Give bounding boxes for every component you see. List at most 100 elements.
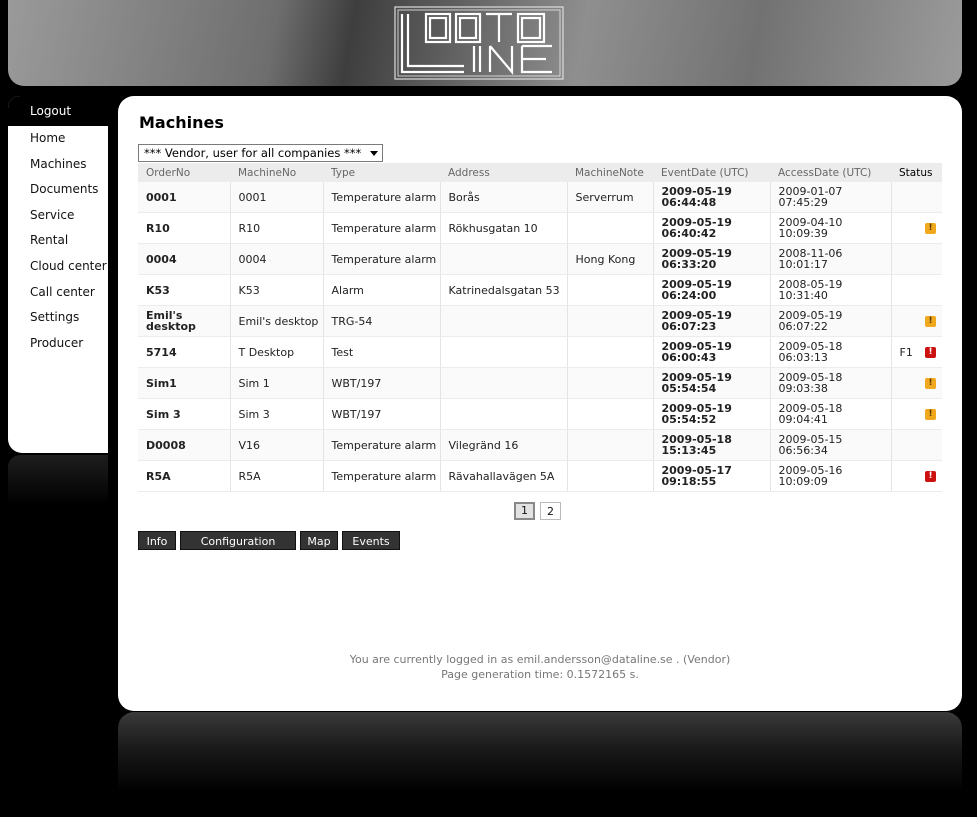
table-row[interactable]: K53 K53 Alarm Katrinedalsgatan 53 2009-05-19…: [138, 274, 942, 306]
cell-orderno[interactable]: K53: [138, 274, 231, 306]
cell-status: F1!: [891, 336, 942, 368]
cell-orderno[interactable]: 5714: [138, 336, 231, 368]
cell-status: !: [891, 212, 942, 244]
nav-settings[interactable]: Settings: [8, 305, 108, 331]
cell-orderno[interactable]: Sim 3: [138, 398, 231, 430]
cell-machineno: R10: [230, 212, 324, 244]
col-accessdate[interactable]: AccessDate (UTC): [770, 163, 891, 182]
cell-machineno: T Desktop: [230, 336, 324, 368]
nav-machines[interactable]: Machines: [8, 152, 108, 178]
vendor-select-value: *** Vendor, user for all companies ***: [144, 146, 362, 160]
nav-documents[interactable]: Documents: [8, 177, 108, 203]
cell-orderno[interactable]: 0001: [138, 182, 231, 213]
cell-machinenote: [567, 429, 654, 461]
page-title: Machines: [139, 113, 224, 132]
machines-table: OrderNo MachineNo Type Address MachineNo…: [138, 163, 942, 492]
cell-accessdate: 2008-11-06 10:01:17: [770, 243, 892, 275]
cell-orderno[interactable]: D0008: [138, 429, 231, 461]
cell-machineno: 0001: [230, 182, 324, 213]
pagination: 1 2: [514, 502, 561, 520]
cell-machinenote: [567, 460, 654, 492]
warning-icon[interactable]: !: [925, 409, 936, 420]
col-type[interactable]: Type: [323, 163, 440, 182]
vendor-select[interactable]: *** Vendor, user for all companies ***: [138, 144, 383, 162]
cell-address: [440, 367, 568, 399]
warning-icon[interactable]: !: [925, 378, 936, 389]
cell-accessdate: 2008-05-19 10:31:40: [770, 274, 892, 306]
warning-icon[interactable]: !: [925, 223, 936, 234]
status-text: F1: [899, 346, 913, 359]
events-button[interactable]: Events: [342, 531, 400, 550]
cell-accessdate: 2009-05-15 06:56:34: [770, 429, 892, 461]
cell-status: [891, 182, 942, 213]
cell-orderno[interactable]: Sim1: [138, 367, 231, 399]
cell-status: [891, 274, 942, 306]
cell-eventdate: 2009-05-19 05:54:52: [653, 398, 771, 430]
cell-machineno: V16: [230, 429, 324, 461]
page-1-button[interactable]: 1: [514, 502, 535, 520]
table-row[interactable]: D0008 V16 Temperature alarm Vilegränd 16 200…: [138, 429, 942, 461]
cell-orderno[interactable]: R10: [138, 212, 231, 244]
nav-call-center[interactable]: Call center: [8, 280, 108, 306]
cell-machineno: 0004: [230, 243, 324, 275]
cell-address: Katrinedalsgatan 53: [440, 274, 568, 306]
nav-cloud-center[interactable]: Cloud center: [8, 254, 108, 280]
warning-icon[interactable]: !: [925, 316, 936, 327]
cell-accessdate: 2009-05-19 06:07:22: [770, 305, 892, 337]
col-orderno[interactable]: OrderNo: [138, 163, 230, 182]
dataline-logo[interactable]: [394, 6, 564, 80]
table-row[interactable]: Sim1 Sim 1 WBT/197 2009-05-19 05:54:54 2009-…: [138, 367, 942, 399]
footer: You are currently logged in as emil.ande…: [118, 652, 962, 682]
nav-home[interactable]: Home: [8, 126, 108, 152]
cell-orderno[interactable]: R5A: [138, 460, 231, 492]
col-status[interactable]: Status: [891, 163, 942, 182]
cell-type: Alarm: [323, 274, 441, 306]
table-row[interactable]: Sim 3 Sim 3 WBT/197 2009-05-19 05:54:52 2009…: [138, 398, 942, 430]
col-machinenote[interactable]: MachineNote: [567, 163, 653, 182]
col-eventdate[interactable]: EventDate (UTC): [653, 163, 770, 182]
cell-accessdate: 2009-01-07 07:45:29: [770, 182, 892, 213]
map-button[interactable]: Map: [300, 531, 338, 550]
table-row[interactable]: Emil's desktop Emil's desktop TRG-54 2009-0…: [138, 305, 942, 337]
nav-rental[interactable]: Rental: [8, 228, 108, 254]
cell-machinenote: [567, 336, 654, 368]
table-row[interactable]: 5714 T Desktop Test 2009-05-19 06:00:43 2009…: [138, 336, 942, 368]
cell-machinenote: [567, 212, 654, 244]
cell-accessdate: 2009-04-10 10:09:39: [770, 212, 892, 244]
cell-address: Rävahallavägen 5A: [440, 460, 568, 492]
cell-type: WBT/197: [323, 367, 441, 399]
configuration-button[interactable]: Configuration: [180, 531, 296, 550]
cell-address: [440, 243, 568, 275]
table-row[interactable]: R5A R5A Temperature alarm Rävahallavägen 5A…: [138, 460, 942, 492]
error-icon[interactable]: !: [925, 471, 936, 482]
cell-accessdate: 2009-05-18 09:04:41: [770, 398, 892, 430]
page-2-button[interactable]: 2: [540, 502, 561, 520]
cell-eventdate: 2009-05-19 06:07:23: [653, 305, 771, 337]
table-row[interactable]: 0001 0001 Temperature alarm Borås Serverrum 2…: [138, 182, 942, 213]
cell-type: Temperature alarm: [323, 243, 441, 275]
cell-eventdate: 2009-05-19 06:44:48: [653, 182, 771, 213]
cell-address: Borås: [440, 182, 568, 213]
nav-service[interactable]: Service: [8, 203, 108, 229]
info-button[interactable]: Info: [138, 531, 176, 550]
cell-address: [440, 305, 568, 337]
table-row[interactable]: R10 R10 Temperature alarm Rökhusgatan 10 200…: [138, 212, 942, 244]
main-content: Machines *** Vendor, user for all compan…: [118, 96, 962, 711]
error-icon[interactable]: !: [925, 347, 936, 358]
cell-accessdate: 2009-05-18 09:03:38: [770, 367, 892, 399]
col-address[interactable]: Address: [440, 163, 567, 182]
cell-eventdate: 2009-05-19 06:00:43: [653, 336, 771, 368]
nav-producer[interactable]: Producer: [8, 331, 108, 357]
cell-orderno[interactable]: 0004: [138, 243, 231, 275]
cell-eventdate: 2009-05-19 06:24:00: [653, 274, 771, 306]
cell-eventdate: 2009-05-18 15:13:45: [653, 429, 771, 461]
col-machineno[interactable]: MachineNo: [230, 163, 323, 182]
cell-eventdate: 2009-05-19 06:40:42: [653, 212, 771, 244]
nav-logout[interactable]: Logout: [8, 96, 108, 126]
cell-machineno: Sim 3: [230, 398, 324, 430]
cell-orderno[interactable]: Emil's desktop: [138, 305, 231, 337]
generation-time-text: Page generation time: 0.1572165 s.: [441, 668, 639, 681]
cell-type: WBT/197: [323, 398, 441, 430]
cell-address: Rökhusgatan 10: [440, 212, 568, 244]
table-row[interactable]: 0004 0004 Temperature alarm Hong Kong 2009-0…: [138, 243, 942, 275]
